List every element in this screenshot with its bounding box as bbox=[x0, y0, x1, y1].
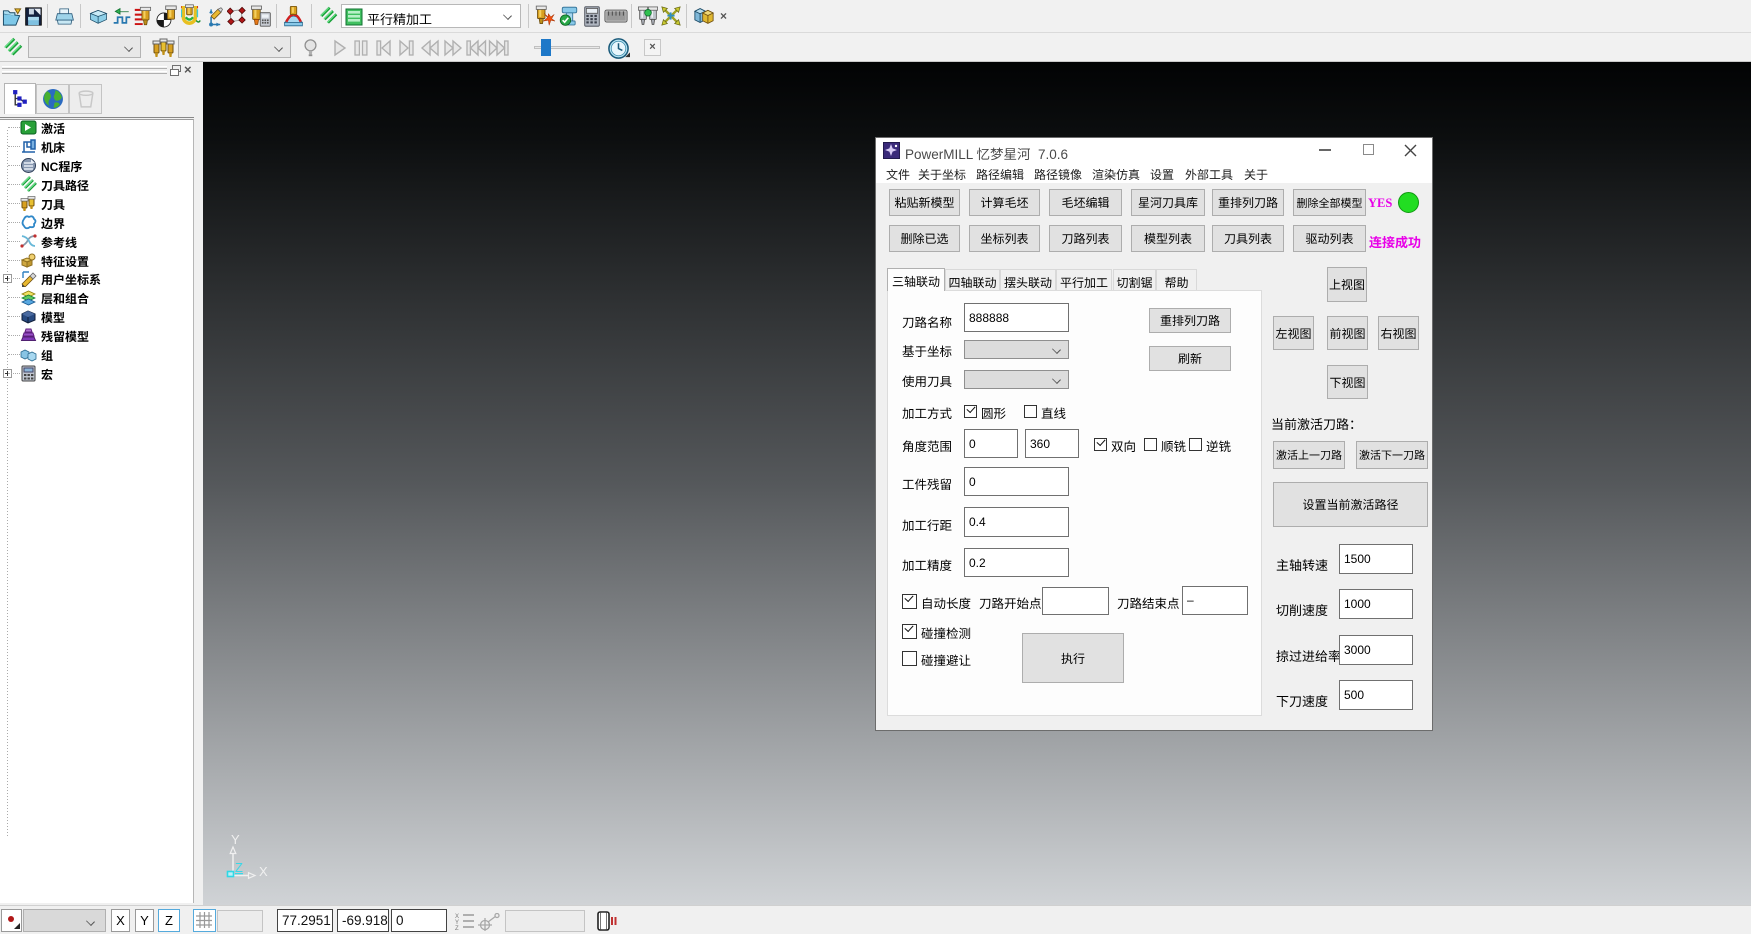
svg-text:Y: Y bbox=[231, 832, 240, 847]
svg-text:X: X bbox=[259, 864, 268, 879]
svg-text:Z: Z bbox=[455, 926, 459, 930]
svg-text:Z: Z bbox=[235, 860, 243, 875]
